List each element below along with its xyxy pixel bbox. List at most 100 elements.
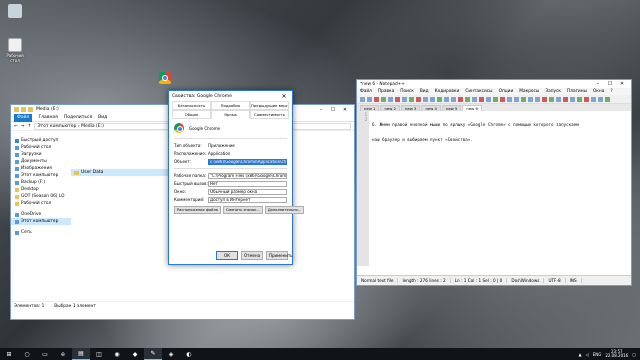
tab-details[interactable]: Подробно xyxy=(211,101,250,110)
editor-text[interactable]: 6. Жмем правой кнопкой мыши по ярлыку «G… xyxy=(369,111,631,266)
shortcut-key-field[interactable]: Нет xyxy=(208,180,287,187)
nav-images[interactable]: Изображения xyxy=(11,165,71,172)
toolbar-button[interactable] xyxy=(360,96,365,102)
nav-desktop[interactable]: Рабочий стол xyxy=(11,144,71,151)
npp-editor[interactable]: 1 2 6. Жмем правой кнопкой мыши по ярлык… xyxy=(357,111,631,266)
toolbar-button[interactable] xyxy=(584,96,589,102)
network-icon[interactable]: ▲ xyxy=(579,352,582,357)
toolbar-button[interactable] xyxy=(542,96,547,102)
forward-icon[interactable]: → xyxy=(21,124,25,129)
task-view-icon[interactable]: ▭ xyxy=(36,348,54,360)
nav-rabochiy-stol[interactable]: Рабочий стол xyxy=(11,200,71,207)
toolbar-button[interactable] xyxy=(570,96,575,102)
clock[interactable]: 23:57 22.08.2016 xyxy=(605,349,628,359)
tab-previous-versions[interactable]: Предыдущие версии xyxy=(250,101,289,110)
dialog-titlebar[interactable]: Свойства: Google Chrome ✕ xyxy=(169,91,292,101)
apply-button[interactable]: Применить xyxy=(266,251,293,260)
menu-windows[interactable]: Окна xyxy=(593,89,604,94)
toolbar-button[interactable] xyxy=(430,96,435,102)
start-icon[interactable]: ⊞ xyxy=(0,348,18,360)
toolbar-button[interactable] xyxy=(479,96,484,102)
toolbar-button[interactable] xyxy=(598,96,603,102)
toolbar-button[interactable] xyxy=(458,96,463,102)
toolbar-button[interactable] xyxy=(500,96,505,102)
tab-security[interactable]: Безопасность xyxy=(172,101,211,110)
maximize-icon[interactable]: ☐ xyxy=(327,106,339,114)
toolbar-button[interactable] xyxy=(521,96,526,102)
language-indicator[interactable]: ENG xyxy=(593,352,602,357)
menu-edit[interactable]: Правка xyxy=(378,89,394,94)
toolbar-button[interactable] xyxy=(493,96,498,102)
close-icon[interactable]: ✕ xyxy=(616,80,628,88)
toolbar-button[interactable] xyxy=(472,96,477,102)
menu-file[interactable]: Файл xyxy=(360,89,372,94)
app-icon[interactable]: ◉ xyxy=(108,348,126,360)
menu-macros[interactable]: Макросы xyxy=(519,89,539,94)
minimize-icon[interactable]: – xyxy=(592,80,604,88)
nav-network[interactable]: Сеть xyxy=(11,229,71,236)
toolbar-button[interactable] xyxy=(381,96,386,102)
volume-icon[interactable]: ◁ xyxy=(586,352,589,357)
nav-got-folder[interactable]: GOT (Season 06) LO xyxy=(11,193,71,200)
properties-dialog[interactable]: Свойства: Google Chrome ✕ Безопасность П… xyxy=(168,90,305,265)
toolbar-button[interactable] xyxy=(605,96,610,102)
toolbar-button[interactable] xyxy=(549,96,554,102)
toolbar-button[interactable] xyxy=(416,96,421,102)
nav-downloads[interactable]: Загрузки xyxy=(11,151,71,158)
recycle-bin-icon[interactable] xyxy=(3,4,27,19)
open-file-location-button[interactable]: Расположение файла xyxy=(174,206,221,214)
menu-plugins[interactable]: Плагины xyxy=(567,89,587,94)
menu-encoding[interactable]: Кодировки xyxy=(435,89,460,94)
toolbar-button[interactable] xyxy=(577,96,582,102)
nav-this-pc-2[interactable]: Этот компьютер xyxy=(11,218,71,225)
toolbar-button[interactable] xyxy=(535,96,540,102)
tab-share[interactable]: Поделиться xyxy=(64,115,92,120)
app-icon[interactable]: ◈ xyxy=(162,348,180,360)
tab-general[interactable]: Общие xyxy=(172,110,211,119)
nav-quick-access[interactable]: Быстрый доступ xyxy=(11,137,71,144)
tab-home[interactable]: Главная xyxy=(38,115,57,120)
toolbar-button[interactable] xyxy=(486,96,491,102)
ok-button[interactable]: ОК xyxy=(216,251,238,260)
comment-field[interactable]: Доступ в Интернет xyxy=(208,196,287,203)
toolbar-button[interactable] xyxy=(591,96,596,102)
start-in-field[interactable]: "C:\Program Files (x86)\Google\Chrome\Ap… xyxy=(208,172,287,179)
menu-syntax[interactable]: Синтаксисы xyxy=(465,89,492,94)
toolbar-button[interactable] xyxy=(556,96,561,102)
nav-this-pc[interactable]: Этот компьютер xyxy=(11,172,71,179)
toolbar-button[interactable] xyxy=(374,96,379,102)
store-icon[interactable]: ◫ xyxy=(90,348,108,360)
nav-desktop-folder[interactable]: Desktop xyxy=(11,186,71,193)
search-icon[interactable]: ○ xyxy=(18,348,36,360)
tab-file[interactable]: Файл xyxy=(14,113,33,122)
toolbar-button[interactable] xyxy=(563,96,568,102)
menu-search[interactable]: Поиск xyxy=(400,89,414,94)
cancel-button[interactable]: Отмена xyxy=(241,251,263,260)
app-icon[interactable]: ◆ xyxy=(126,348,144,360)
toolbar-button[interactable] xyxy=(465,96,470,102)
run-window-select[interactable]: Обычный размер окна xyxy=(208,188,287,195)
tab-shortcut[interactable]: Ярлык xyxy=(211,110,250,119)
notifications-icon[interactable]: ▢ xyxy=(632,352,636,357)
toolbar-button[interactable] xyxy=(507,96,512,102)
toolbar-button[interactable] xyxy=(437,96,442,102)
toolbar-button[interactable] xyxy=(444,96,449,102)
close-icon[interactable]: ✕ xyxy=(279,93,289,100)
toolbar-button[interactable] xyxy=(409,96,414,102)
app-icon[interactable]: ◐ xyxy=(180,348,198,360)
menu-help[interactable]: ? xyxy=(610,89,612,94)
desktop-file-icon[interactable]: Рабочий стол xyxy=(3,38,27,63)
menu-options[interactable]: Опции xyxy=(499,89,514,94)
minimize-icon[interactable]: – xyxy=(315,106,327,114)
target-field[interactable]: s (x86)\Google\Chrome\Application\chrome… xyxy=(208,158,287,165)
toolbar-button[interactable] xyxy=(423,96,428,102)
close-icon[interactable]: ✕ xyxy=(339,106,351,114)
menu-run[interactable]: Запуск xyxy=(545,89,561,94)
toolbar-button[interactable] xyxy=(395,96,400,102)
tab-view[interactable]: Вид xyxy=(98,115,107,120)
edge-icon[interactable]: e xyxy=(54,348,72,360)
notepadpp-window[interactable]: *new 6 - Notepad++ – ☐ ✕ Файл Правка Пои… xyxy=(356,79,632,286)
search-input[interactable] xyxy=(291,122,351,130)
toolbar-button[interactable] xyxy=(402,96,407,102)
up-icon[interactable]: ↑ xyxy=(28,124,32,129)
